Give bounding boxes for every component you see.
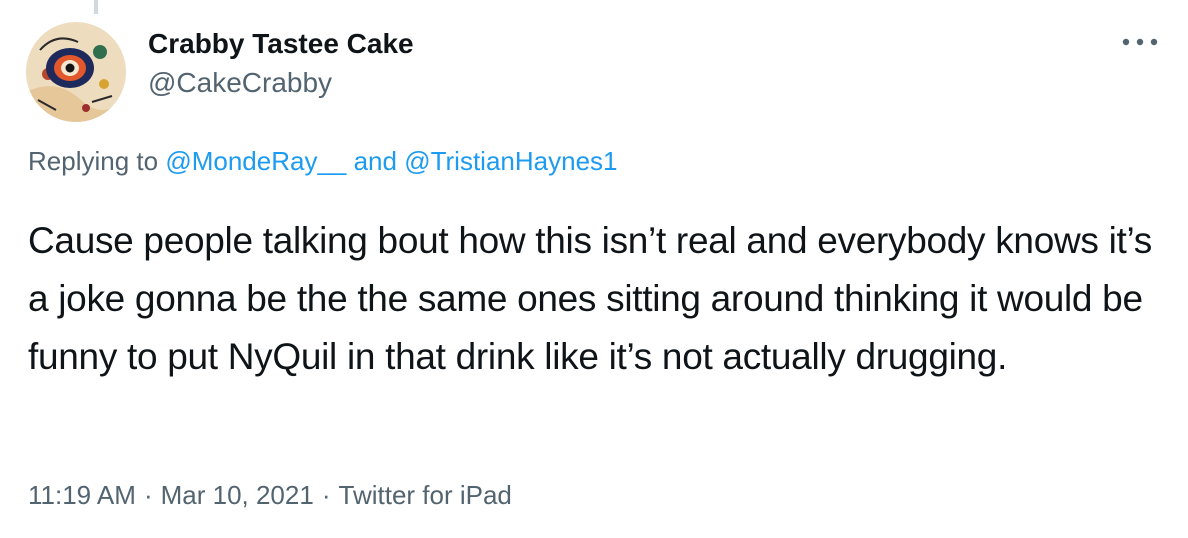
replying-to: Replying to @MondeRay__ and @TristianHay… xyxy=(28,144,617,178)
mention-link[interactable]: @MondeRay__ xyxy=(165,146,346,176)
avatar-illustration xyxy=(26,22,126,122)
tweet-metadata: 11:19 AM · Mar 10, 2021 · Twitter for iPad xyxy=(28,478,512,512)
replying-to-label: Replying to xyxy=(28,146,166,176)
mention-conjunction: and xyxy=(346,146,405,176)
thread-connector-line xyxy=(94,0,98,14)
separator: · xyxy=(143,480,153,510)
tweet-date[interactable]: Mar 10, 2021 xyxy=(161,480,314,510)
tweet-time[interactable]: 11:19 AM xyxy=(28,480,136,510)
display-name[interactable]: Crabby Tastee Cake xyxy=(148,27,414,61)
user-handle[interactable]: @CakeCrabby xyxy=(148,66,332,100)
tweet-text: Cause people talking bout how this isn’t… xyxy=(28,220,1162,377)
avatar[interactable] xyxy=(26,22,126,122)
mention-link[interactable]: @TristianHaynes1 xyxy=(404,146,617,176)
tweet-source[interactable]: Twitter for iPad xyxy=(339,480,512,510)
separator: · xyxy=(321,480,331,510)
more-dots-icon[interactable] xyxy=(1118,30,1162,54)
tweet: Crabby Tastee Cake @CakeCrabby Replying … xyxy=(0,0,1188,538)
